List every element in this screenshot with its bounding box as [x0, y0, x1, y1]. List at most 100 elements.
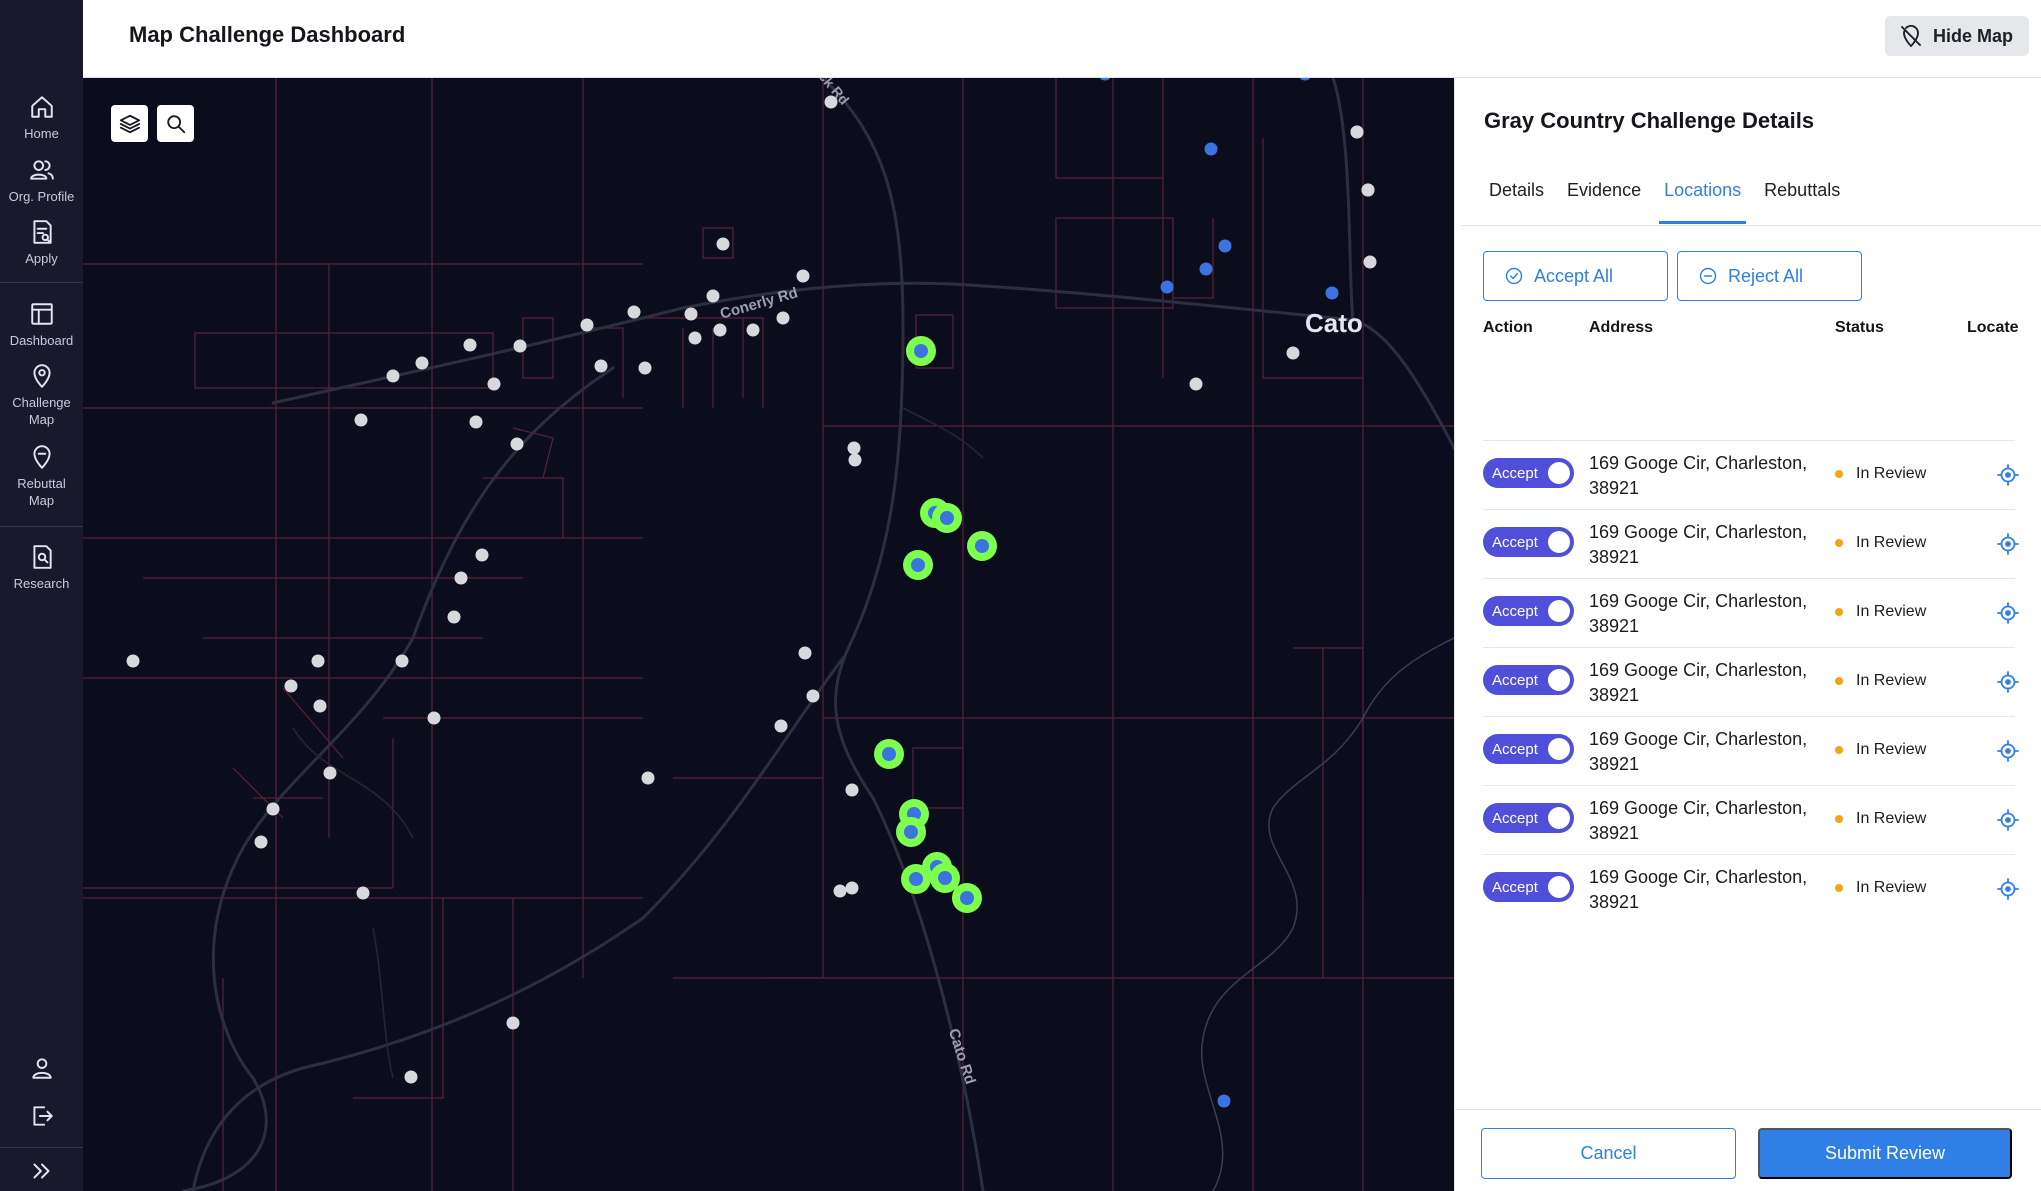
status-label: In Review [1856, 465, 1927, 482]
challenge-markers[interactable] [874, 336, 997, 913]
accept-toggle[interactable]: Accept [1483, 665, 1574, 695]
locate-button[interactable] [1996, 670, 2020, 694]
column-header-address: Address [1589, 319, 1654, 336]
status-cell: In Review [1835, 741, 1926, 759]
locate-button[interactable] [1996, 877, 2020, 901]
toggle-label: Accept [1492, 809, 1538, 827]
minus-circle-icon [1699, 267, 1717, 285]
submit-review-button[interactable]: Submit Review [1758, 1128, 2012, 1179]
table-row: Accept 169 Googe Cir, Charleston, 38921 … [1483, 509, 2019, 578]
tab-evidence[interactable]: Evidence [1562, 180, 1646, 224]
status-dot [1835, 815, 1843, 823]
status-cell: In Review [1835, 810, 1926, 828]
sidebar-item-label: Org. Profile [8, 189, 75, 204]
accept-toggle[interactable]: Accept [1483, 527, 1574, 557]
map-canvas[interactable] [83, 78, 1454, 1191]
toggle-knob [1548, 738, 1570, 760]
page-title: Map Challenge Dashboard [129, 22, 406, 47]
search-icon [166, 114, 185, 133]
toggle-label: Accept [1492, 602, 1538, 620]
sidebar-item-dashboard[interactable]: Dashboard [0, 301, 83, 349]
status-cell: In Review [1835, 603, 1926, 621]
status-dot [1835, 470, 1843, 478]
sidebar-divider [0, 526, 83, 527]
sidebar-item-label: Research [13, 576, 70, 591]
column-header-locate: Locate [1967, 319, 2019, 336]
sidebar-item-label: Home [24, 126, 59, 141]
locate-icon [1997, 602, 2019, 624]
map-pin-icon [32, 364, 51, 388]
app-root: Home Org. Profile Apply Dashboard Challe… [0, 0, 2041, 1191]
hide-map-button[interactable]: Hide Map [1884, 16, 2029, 56]
logout-icon [32, 1106, 53, 1126]
cancel-button[interactable]: Cancel [1481, 1128, 1736, 1179]
logout-button[interactable] [0, 1103, 83, 1129]
panel-tabs: Details Evidence Locations Rebuttals [1484, 180, 1858, 224]
reject-all-button[interactable]: Reject All [1677, 251, 1862, 301]
locate-icon [1997, 740, 2019, 762]
accept-all-button[interactable]: Accept All [1483, 251, 1668, 301]
table-row: Accept 169 Googe Cir, Charleston, 38921 … [1483, 785, 2019, 854]
locate-icon [1997, 464, 2019, 486]
accept-toggle[interactable]: Accept [1483, 458, 1574, 488]
map-search-button[interactable] [157, 105, 194, 142]
address-points [126, 95, 1377, 1084]
river [1200, 637, 1454, 1191]
challenge-map[interactable]: Cato Conerly Rd Cato Rd ck Rd [83, 78, 1454, 1191]
sidebar-item-label: Rebuttal Map [17, 476, 66, 508]
accept-toggle[interactable]: Accept [1483, 596, 1574, 626]
locate-button[interactable] [1996, 808, 2020, 832]
toggle-knob [1548, 807, 1570, 829]
locate-button[interactable] [1996, 601, 2020, 625]
address-cell: 169 Googe Cir, Charleston, 38921 [1589, 729, 1808, 774]
column-header-status: Status [1835, 319, 1884, 336]
accept-toggle[interactable]: Accept [1483, 803, 1574, 833]
users-icon [29, 160, 54, 180]
table-row: Accept 169 Googe Cir, Charleston, 38921 … [1483, 578, 2019, 647]
profile-button[interactable] [0, 1055, 83, 1081]
expand-icon [32, 1163, 49, 1179]
user-icon [31, 1058, 52, 1079]
address-cell: 169 Googe Cir, Charleston, 38921 [1589, 660, 1808, 705]
sidebar-item-research[interactable]: Research [0, 544, 83, 592]
sidebar-item-rebuttal-map[interactable]: Rebuttal Map [0, 444, 83, 509]
accept-all-label: Accept All [1534, 265, 1614, 286]
toggle-knob [1548, 531, 1570, 553]
sidebar-item-apply[interactable]: Apply [0, 219, 83, 267]
status-label: In Review [1856, 879, 1927, 896]
status-cell: In Review [1835, 465, 1926, 483]
locate-button[interactable] [1996, 532, 2020, 556]
status-dot [1835, 608, 1843, 616]
status-dot [1835, 539, 1843, 547]
sidebar-item-label: Dashboard [9, 333, 74, 348]
accept-toggle[interactable]: Accept [1483, 734, 1574, 764]
toggle-label: Accept [1492, 740, 1538, 758]
sidebar: Home Org. Profile Apply Dashboard Challe… [0, 0, 83, 1191]
locate-button[interactable] [1996, 739, 2020, 763]
status-dot [1835, 746, 1843, 754]
status-dot [1835, 884, 1843, 892]
rebuttal-pin-icon [32, 445, 51, 469]
status-cell: In Review [1835, 534, 1926, 552]
layers-icon [119, 114, 140, 133]
blue-points [1099, 78, 1339, 1108]
locate-button[interactable] [1996, 463, 2020, 487]
layers-button[interactable] [111, 105, 148, 142]
sidebar-item-challenge-map[interactable]: Challenge Map [0, 363, 83, 428]
tab-locations[interactable]: Locations [1659, 180, 1747, 224]
sidebar-divider [0, 1147, 83, 1148]
status-label: In Review [1856, 810, 1927, 827]
table-row: Accept 169 Googe Cir, Charleston, 38921 … [1483, 440, 2019, 509]
tab-rebuttals[interactable]: Rebuttals [1759, 180, 1845, 224]
sidebar-item-home[interactable]: Home [0, 94, 83, 142]
sidebar-item-org-profile[interactable]: Org. Profile [0, 157, 83, 205]
sidebar-divider [0, 282, 83, 283]
expand-sidebar-button[interactable] [0, 1158, 83, 1184]
address-cell: 169 Googe Cir, Charleston, 38921 [1589, 867, 1808, 912]
address-cell: 169 Googe Cir, Charleston, 38921 [1589, 798, 1808, 843]
tab-details[interactable]: Details [1484, 180, 1549, 224]
toggle-knob [1548, 600, 1570, 622]
apply-icon [32, 220, 52, 244]
accept-toggle[interactable]: Accept [1483, 872, 1574, 902]
parcel-boundaries [83, 78, 1454, 1191]
